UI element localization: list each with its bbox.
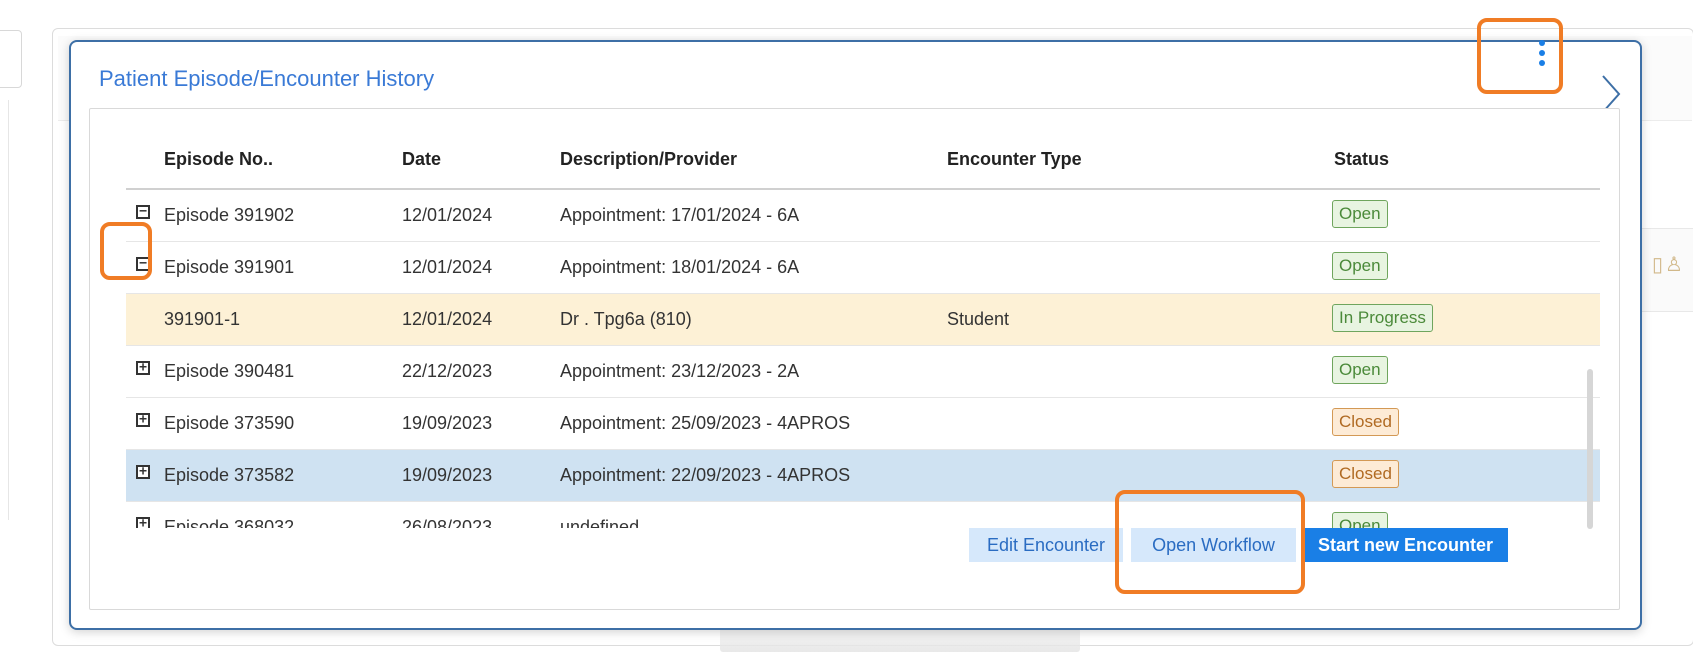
column-header-status[interactable]: Status (1334, 149, 1389, 170)
grid-header: Episode No.. Date Description/Provider E… (126, 133, 1600, 190)
background-card (0, 30, 22, 88)
expand-icon[interactable]: + (136, 465, 150, 479)
episode-description: Appointment: 22/09/2023 - 4APROS (560, 465, 851, 485)
expand-icon[interactable]: + (136, 413, 150, 427)
episode-grid: Episode No.. Date Description/Provider E… (126, 133, 1600, 528)
encounter-number: 391901-1 (164, 309, 241, 329)
status-badge: Open (1332, 512, 1388, 528)
episode-description: Appointment: 17/01/2024 - 6A (560, 205, 800, 225)
highlight-open-workflow (1115, 490, 1305, 594)
episode-description: Appointment: 23/12/2023 - 2A (560, 361, 800, 381)
dialog-title: Patient Episode/Encounter History (99, 66, 435, 91)
expand-icon[interactable]: + (136, 361, 150, 375)
episode-number: Episode 391902 (164, 205, 295, 225)
episode-description: Appointment: 18/01/2024 - 6A (560, 257, 800, 277)
edit-encounter-button[interactable]: Edit Encounter (969, 528, 1123, 562)
encounter-provider: Dr . Tpg6a (810) (560, 309, 692, 329)
table-row[interactable]: + Episode 390481 22/12/2023 Appointment:… (126, 346, 1600, 398)
table-row[interactable]: + Episode 368032 26/08/2023 undefined Op… (126, 502, 1600, 528)
start-new-encounter-button[interactable]: Start new Encounter (1303, 528, 1508, 562)
expand-icon[interactable]: + (136, 517, 150, 528)
status-badge: Open (1332, 356, 1388, 384)
dialog-button-bar: Edit Encounter Open Workflow Start new E… (71, 528, 1640, 564)
encounter-date: 12/01/2024 (402, 309, 493, 329)
episode-description: Appointment: 25/09/2023 - 4APROS (560, 413, 851, 433)
episode-date: 12/01/2024 (402, 205, 493, 225)
person-icon: ▯♙ (1652, 254, 1685, 276)
episode-number: Episode 390481 (164, 361, 295, 381)
episode-date: 22/12/2023 (402, 361, 493, 381)
highlight-kebab-menu (1477, 18, 1563, 94)
highlight-collapse-toggle (100, 222, 152, 280)
episode-number: Episode 368032 (164, 517, 295, 528)
column-header-encounter-type[interactable]: Encounter Type (947, 149, 1082, 170)
status-badge: Closed (1332, 460, 1399, 488)
table-row[interactable]: − Episode 391902 12/01/2024 Appointment:… (126, 190, 1600, 242)
episode-description: undefined (560, 517, 640, 528)
background-faded-element (720, 628, 1080, 652)
vertical-scrollbar[interactable] (1587, 369, 1593, 529)
status-badge: Open (1332, 200, 1388, 228)
table-row[interactable]: − Episode 391901 12/01/2024 Appointment:… (126, 242, 1600, 294)
episode-date: 26/08/2023 (402, 517, 493, 528)
episode-date: 19/09/2023 (402, 413, 493, 433)
status-badge: Open (1332, 252, 1388, 280)
episode-number: Episode 373582 (164, 465, 295, 485)
episode-number: Episode 391901 (164, 257, 295, 277)
status-badge: In Progress (1332, 304, 1433, 332)
table-row-selected[interactable]: + Episode 373582 19/09/2023 Appointment:… (126, 450, 1600, 502)
episode-history-dialog: Patient Episode/Encounter History Episod… (69, 40, 1642, 630)
encounter-type: Student (947, 309, 1010, 329)
episode-date: 19/09/2023 (402, 465, 493, 485)
episode-date: 12/01/2024 (402, 257, 493, 277)
table-row[interactable]: + Episode 373590 19/09/2023 Appointment:… (126, 398, 1600, 450)
table-row-encounter[interactable]: 391901-1 12/01/2024 Dr . Tpg6a (810) Stu… (126, 294, 1600, 346)
column-header-date[interactable]: Date (402, 149, 441, 170)
background-panel (0, 100, 9, 520)
column-header-description[interactable]: Description/Provider (560, 149, 737, 170)
episode-number: Episode 373590 (164, 413, 295, 433)
status-badge: Closed (1332, 408, 1399, 436)
column-header-episode[interactable]: Episode No.. (164, 149, 273, 170)
collapse-icon[interactable]: − (136, 205, 150, 219)
